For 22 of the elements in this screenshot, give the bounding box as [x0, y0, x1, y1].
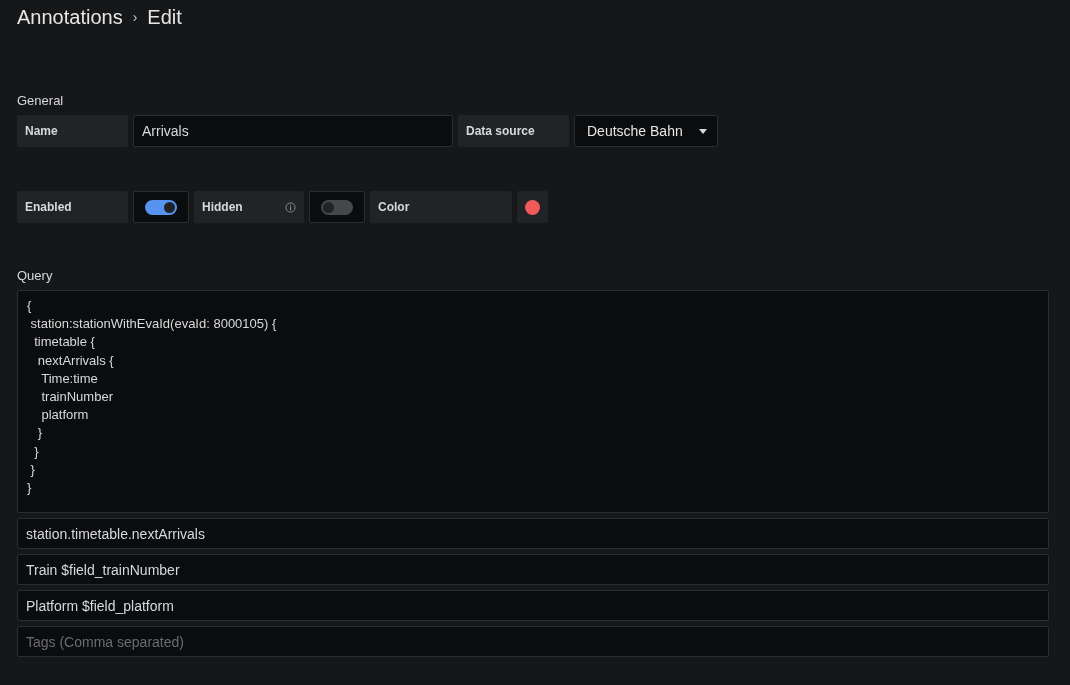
page-subtitle: Edit — [147, 5, 182, 29]
text-input[interactable]: Train $field_trainNumber — [17, 554, 1049, 585]
field-label: Hidden — [194, 191, 304, 223]
color-picker[interactable] — [517, 191, 548, 223]
info-icon — [285, 201, 296, 213]
caret-icon — [699, 128, 707, 134]
section-heading: General — [17, 93, 65, 108]
name-input[interactable]: Arrivals — [133, 115, 453, 147]
query-editor[interactable]: { station:stationWithEvaId(evaId: 8000105) { timetable { nextArrivals { Time:time trainNumber platform } } } } — [17, 290, 1049, 513]
text-input[interactable]: Platform $field_platform — [17, 590, 1049, 621]
field-label: Name — [17, 115, 128, 147]
text-input[interactable]: Tags (Comma separated) — [17, 626, 1049, 657]
field-label: Color — [370, 191, 512, 223]
field-label: Data source — [458, 115, 569, 147]
toggle-switch[interactable] — [321, 199, 353, 215]
field-label: Enabled — [17, 191, 128, 223]
breadcrumb-separator: › — [132, 9, 138, 25]
text-input[interactable]: station.timetable.nextArrivals — [17, 518, 1049, 549]
toggle-switch[interactable] — [145, 199, 177, 215]
datasource-select[interactable]: Deutsche Bahn — [574, 115, 718, 147]
page-title[interactable]: Annotations — [17, 5, 123, 29]
section-heading: Query — [17, 268, 54, 283]
